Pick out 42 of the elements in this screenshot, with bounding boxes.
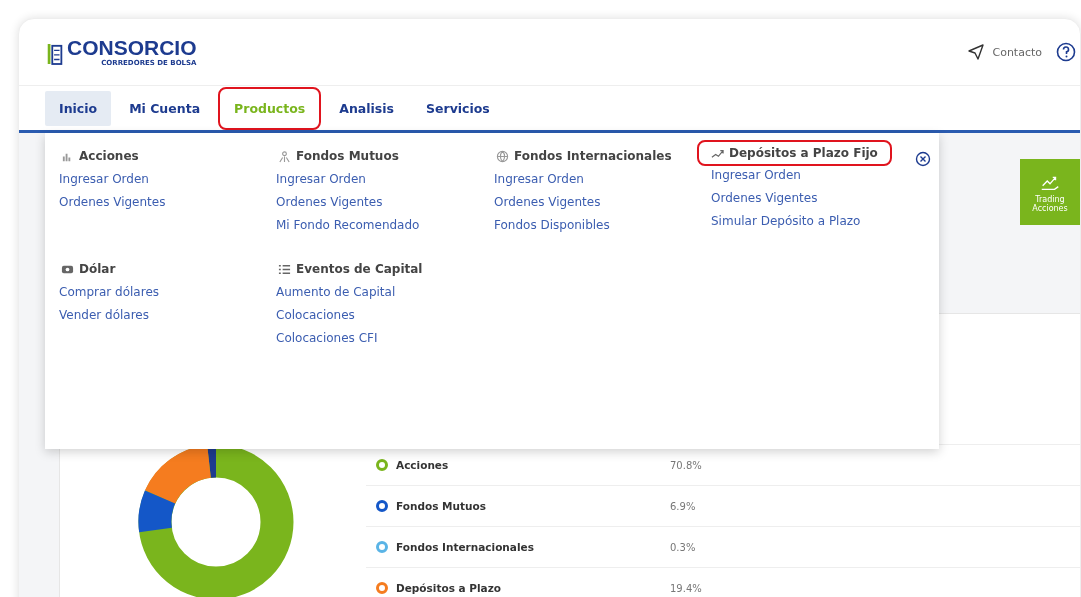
legend-label: Fondos Internacionales bbox=[396, 541, 535, 553]
menu-link[interactable]: Ordenes Vigentes bbox=[711, 189, 911, 207]
send-icon bbox=[968, 44, 985, 60]
legend-value: 6.9% bbox=[670, 500, 696, 512]
list-icon bbox=[278, 262, 291, 276]
menu-link[interactable]: Comprar dólares bbox=[59, 283, 276, 301]
menu-link[interactable]: Ordenes Vigentes bbox=[59, 193, 276, 211]
legend-label: Fondos Mutuos bbox=[396, 500, 487, 512]
menu-group-title: Eventos de Capital bbox=[276, 260, 425, 278]
legend-label: Depósitos a Plazo bbox=[396, 582, 502, 594]
menu-group-title: Dólar bbox=[59, 260, 118, 278]
menu-link[interactable]: Ordenes Vigentes bbox=[276, 193, 494, 211]
menu-link[interactable]: Fondos Disponibles bbox=[494, 216, 711, 234]
legend-value: 19.4% bbox=[670, 582, 702, 594]
menu-group-title: Depósitos a Plazo Fijo bbox=[697, 140, 892, 166]
menu-link[interactable]: Vender dólares bbox=[59, 306, 276, 324]
menu-link[interactable]: Ordenes Vigentes bbox=[494, 193, 711, 211]
help-icon[interactable] bbox=[1056, 42, 1076, 62]
globe-icon bbox=[496, 149, 509, 163]
nav-tab[interactable]: Mi Cuenta bbox=[115, 90, 215, 126]
menu-link[interactable]: Ingresar Orden bbox=[711, 166, 911, 184]
close-icon[interactable] bbox=[915, 151, 931, 167]
menu-group-title: Fondos Mutuos bbox=[276, 147, 401, 165]
menu-link[interactable]: Ingresar Orden bbox=[494, 170, 711, 188]
menu-link[interactable]: Mi Fondo Recomendado bbox=[276, 216, 494, 234]
legend-value: 0.3% bbox=[670, 541, 696, 553]
building-logo-icon bbox=[45, 41, 65, 67]
nav-tab[interactable]: Servicios bbox=[412, 90, 504, 126]
nav-tab[interactable]: Analisis bbox=[325, 90, 408, 126]
menu-link[interactable]: Ingresar Orden bbox=[276, 170, 494, 188]
menu-group-title: Acciones bbox=[59, 147, 141, 165]
contact-link[interactable]: Contacto bbox=[968, 44, 1042, 60]
menu-group-title: Fondos Internacionales bbox=[494, 147, 674, 165]
people-icon bbox=[278, 149, 291, 163]
nav-tab[interactable]: Inicio bbox=[45, 90, 112, 126]
menu-link[interactable]: Ingresar Orden bbox=[59, 170, 276, 188]
legend-label: Acciones bbox=[396, 459, 450, 471]
menu-link[interactable]: Simular Depósito a Plazo bbox=[711, 212, 911, 230]
menu-link[interactable]: Colocaciones CFI bbox=[276, 329, 494, 347]
legend-value: 70.8% bbox=[670, 459, 702, 471]
menu-link[interactable]: Colocaciones bbox=[276, 306, 494, 324]
menu-link[interactable]: Aumento de Capital bbox=[276, 283, 494, 301]
